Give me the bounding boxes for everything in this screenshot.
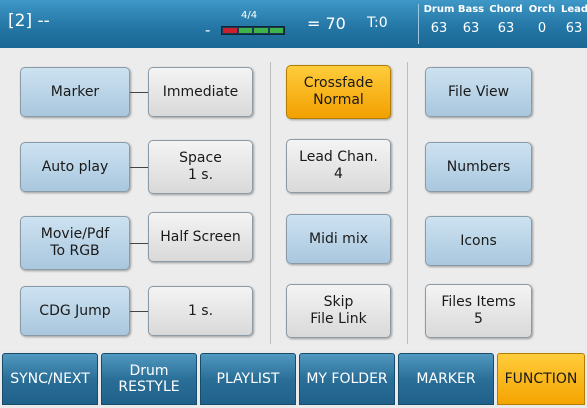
track-lead: Lead 63 xyxy=(561,4,587,36)
space-label: Space 1 s. xyxy=(179,150,222,183)
immediate-button[interactable]: Immediate xyxy=(148,67,253,117)
marker-button[interactable]: Marker xyxy=(20,67,130,117)
track-volume: 63 xyxy=(497,21,515,36)
tab-label: Drum RESTYLE xyxy=(118,363,180,395)
cdg-jump-button[interactable]: CDG Jump xyxy=(20,286,130,336)
files-items-label: Files Items 5 xyxy=(441,294,516,327)
track-name: Drum xyxy=(423,4,455,15)
connector-line xyxy=(130,311,148,312)
connector-line xyxy=(130,167,148,168)
tab-label: MARKER xyxy=(416,371,476,387)
beat-4 xyxy=(269,28,283,33)
time-signature: 4/4 xyxy=(241,10,258,21)
track-bass: Bass 63 xyxy=(456,4,486,36)
track-volume: 0 xyxy=(537,21,547,36)
track-volume: 63 xyxy=(565,21,583,36)
beat-indicator xyxy=(221,26,285,35)
files-items-button[interactable]: Files Items 5 xyxy=(425,284,532,338)
column-divider xyxy=(407,62,408,344)
tab-label: FUNCTION xyxy=(504,371,578,387)
crossfade-button[interactable]: Crossfade Normal xyxy=(286,65,391,119)
track-name: Bass xyxy=(457,4,485,15)
bottom-tab-bar: SYNC/NEXT Drum RESTYLE PLAYLIST MY FOLDE… xyxy=(0,350,587,408)
track-orch: Orch 0 xyxy=(526,4,558,36)
cdg-jump-label: CDG Jump xyxy=(39,302,111,319)
movie-pdf-button[interactable]: Movie/Pdf To RGB xyxy=(20,216,130,270)
lead-chan-label: Lead Chan. 4 xyxy=(299,149,378,182)
half-screen-button[interactable]: Half Screen xyxy=(148,212,253,262)
lead-chan-button[interactable]: Lead Chan. 4 xyxy=(286,139,391,193)
immediate-label: Immediate xyxy=(162,83,239,100)
track-name: Chord xyxy=(489,4,523,15)
tab-sync-next[interactable]: SYNC/NEXT xyxy=(2,353,98,405)
track-name: Lead xyxy=(561,4,587,15)
meter-dash: - xyxy=(205,21,211,39)
numbers-label: Numbers xyxy=(446,158,511,175)
song-name: [2] -- xyxy=(8,11,50,31)
crossfade-label: Crossfade Normal xyxy=(303,75,374,108)
file-view-button[interactable]: File View xyxy=(425,67,532,117)
connector-line xyxy=(130,243,148,244)
half-screen-label: Half Screen xyxy=(160,228,241,245)
tab-playlist[interactable]: PLAYLIST xyxy=(200,353,296,405)
column-divider xyxy=(270,62,271,344)
tab-my-folder[interactable]: MY FOLDER xyxy=(299,353,395,405)
cdg-time-label: 1 s. xyxy=(187,302,214,319)
track-name: Orch xyxy=(528,4,556,15)
movie-pdf-label: Movie/Pdf To RGB xyxy=(40,226,110,259)
marker-label: Marker xyxy=(50,83,100,100)
midi-mix-button[interactable]: Midi mix xyxy=(286,214,391,264)
beat-meter: - 4/4 xyxy=(205,10,295,40)
tempo-display: = 70 xyxy=(307,14,346,33)
auto-play-button[interactable]: Auto play xyxy=(20,142,130,192)
beat-3 xyxy=(254,28,268,33)
icons-label: Icons xyxy=(460,232,497,249)
beat-2 xyxy=(238,28,252,33)
midi-mix-label: Midi mix xyxy=(308,230,368,247)
tab-marker[interactable]: MARKER xyxy=(398,353,494,405)
file-view-label: File View xyxy=(447,83,510,100)
tab-label: SYNC/NEXT xyxy=(10,371,90,387)
tab-drum-restyle[interactable]: Drum RESTYLE xyxy=(101,353,197,405)
skip-file-link-label: Skip File Link xyxy=(310,294,367,327)
icons-button[interactable]: Icons xyxy=(425,216,532,266)
beat-1 xyxy=(223,28,237,33)
tab-label: MY FOLDER xyxy=(306,371,388,387)
track-chord: Chord 63 xyxy=(488,4,524,36)
track-volume: 63 xyxy=(430,21,448,36)
numbers-button[interactable]: Numbers xyxy=(425,142,532,192)
tab-label: PLAYLIST xyxy=(216,371,280,387)
space-button[interactable]: Space 1 s. xyxy=(148,140,253,194)
skip-file-link-button[interactable]: Skip File Link xyxy=(286,284,391,338)
auto-play-label: Auto play xyxy=(41,158,109,175)
connector-line xyxy=(130,92,148,93)
tab-function[interactable]: FUNCTION xyxy=(497,353,585,405)
track-volume: 63 xyxy=(462,21,480,36)
status-divider xyxy=(418,4,419,44)
track-drum: Drum 63 xyxy=(423,4,455,36)
cdg-time-button[interactable]: 1 s. xyxy=(148,286,253,336)
transpose-display: T:0 xyxy=(367,15,388,31)
status-bar: [2] -- - 4/4 = 70 T:0 Drum 63 Bass 63 Ch… xyxy=(0,0,587,48)
